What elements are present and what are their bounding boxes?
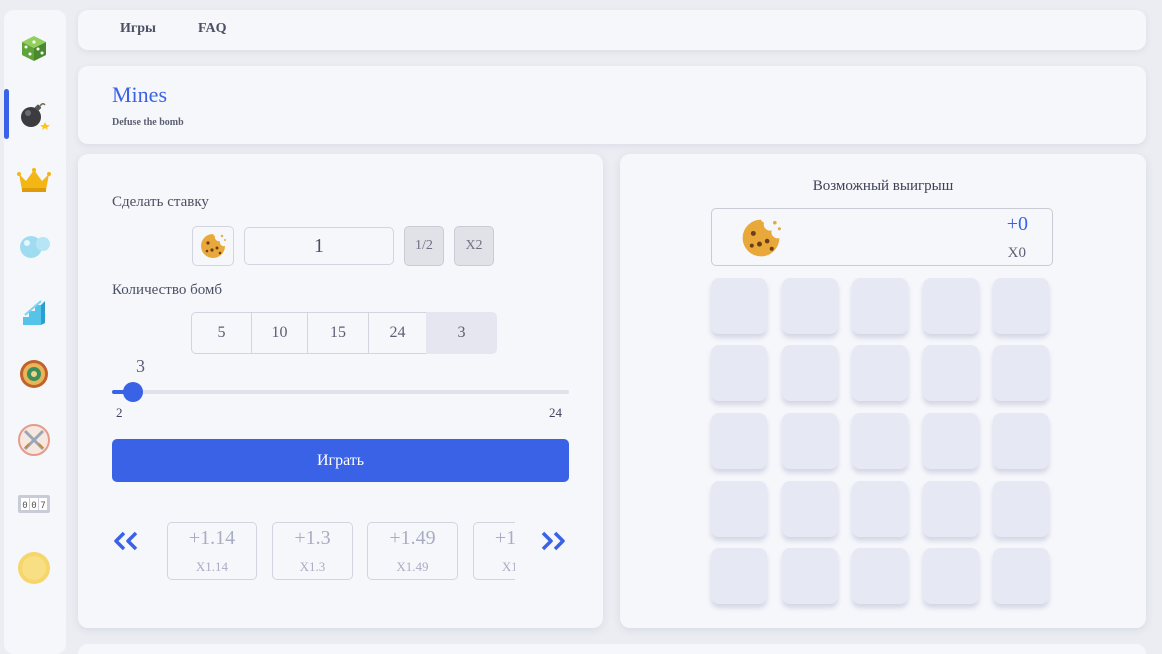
mine-tile[interactable] xyxy=(782,278,838,334)
mine-tile[interactable] xyxy=(993,278,1049,334)
crown-icon xyxy=(17,168,51,192)
mine-tile[interactable] xyxy=(782,481,838,537)
mine-tile[interactable] xyxy=(782,548,838,604)
possible-win-label: Возможный выигрыш xyxy=(812,178,954,194)
bombs-option-24[interactable]: 24 xyxy=(368,312,427,354)
bet-label: Сделать ставку xyxy=(112,194,209,210)
sidebar: 0 0 7 xyxy=(4,10,66,654)
step-amount: +1.71 xyxy=(494,527,515,549)
mine-tile[interactable] xyxy=(993,345,1049,401)
sidebar-item-dice[interactable] xyxy=(16,30,52,66)
svg-text:0: 0 xyxy=(22,501,27,511)
mine-tile[interactable] xyxy=(782,413,838,469)
step-amount: +1.14 xyxy=(188,527,236,549)
bubble-icon xyxy=(20,236,50,258)
mine-tile[interactable] xyxy=(782,345,838,401)
mine-tile[interactable] xyxy=(993,481,1049,537)
mine-tile[interactable] xyxy=(852,278,908,334)
mine-tile[interactable] xyxy=(711,481,767,537)
mine-tile[interactable] xyxy=(923,278,979,334)
step-multiplier: X1.49 xyxy=(396,559,429,574)
game-header: Mines Defuse the bomb xyxy=(78,66,1146,144)
bottom-bar xyxy=(78,644,1146,654)
bombs-option-10[interactable]: 10 xyxy=(251,312,308,354)
slot-counter-icon: 0 0 7 xyxy=(18,495,50,513)
sidebar-item-mines[interactable] xyxy=(16,96,52,132)
double-chevron-left-icon xyxy=(114,531,138,551)
page-subtitle: Defuse the bomb xyxy=(112,117,184,128)
coin-icon xyxy=(18,552,50,584)
step-card: +1.3 X1.3 xyxy=(272,522,353,580)
svg-text:7: 7 xyxy=(40,501,45,511)
slider-value: 3 xyxy=(136,356,145,376)
win-amount: +0 xyxy=(1006,213,1028,235)
mine-tile[interactable] xyxy=(923,481,979,537)
top-navigation: Игры FAQ xyxy=(78,10,1146,50)
bomb-icon xyxy=(21,102,50,130)
step-amount: +1.49 xyxy=(389,527,436,549)
double-chevron-right-icon xyxy=(541,531,565,551)
multiplier-steps: +1.14 X1.14 +1.3 X1.3 +1.49 X1.49 +1.71 … xyxy=(167,522,515,582)
step-card: +1.49 X1.49 xyxy=(367,522,458,580)
sidebar-item-bubble[interactable] xyxy=(16,228,52,264)
sidebar-item-slots[interactable]: 0 0 7 xyxy=(16,486,52,522)
win-multiplier: X0 xyxy=(1007,245,1026,261)
bombs-label: Количество бомб xyxy=(112,282,223,298)
page-title: Mines xyxy=(112,82,167,107)
mine-tile[interactable] xyxy=(993,548,1049,604)
active-indicator xyxy=(4,89,9,139)
bombs-slider-thumb[interactable] xyxy=(122,382,143,402)
sidebar-item-stairs[interactable] xyxy=(16,294,52,330)
mine-tile[interactable] xyxy=(711,278,767,334)
step-multiplier: X1.3 xyxy=(299,559,326,574)
step-multiplier: X1.71 xyxy=(501,559,515,574)
mine-tile[interactable] xyxy=(923,413,979,469)
game-board-panel: Возможный выигрыш +0 X0 xyxy=(620,154,1146,628)
mine-tile[interactable] xyxy=(711,413,767,469)
cookie-icon xyxy=(201,234,226,258)
sidebar-item-roulette[interactable] xyxy=(16,356,52,392)
stairs-icon xyxy=(23,300,45,325)
sidebar-item-coin[interactable] xyxy=(16,550,52,586)
step-card: +1.14 X1.14 xyxy=(167,522,257,580)
step-multiplier: X1.14 xyxy=(195,559,229,574)
slider-max-label: 24 xyxy=(549,405,562,420)
crossed-swords-icon xyxy=(18,424,50,456)
sidebar-item-swords[interactable] xyxy=(16,422,52,458)
step-amount: +1.3 xyxy=(294,527,331,549)
mine-tile[interactable] xyxy=(852,345,908,401)
mine-tile[interactable] xyxy=(923,345,979,401)
bombs-slider-track[interactable] xyxy=(112,390,569,394)
cookie-icon xyxy=(742,219,781,257)
dice-icon xyxy=(22,36,46,61)
bombs-custom-value[interactable]: 3 xyxy=(426,312,497,354)
half-bet-button[interactable]: 1/2 xyxy=(404,226,444,266)
step-card: +1.71 X1.71 xyxy=(473,522,515,580)
mine-tile[interactable] xyxy=(711,548,767,604)
mine-tile[interactable] xyxy=(852,548,908,604)
mine-tile[interactable] xyxy=(852,481,908,537)
svg-text:0: 0 xyxy=(31,501,36,511)
slider-min-label: 2 xyxy=(116,405,123,420)
double-bet-button[interactable]: X2 xyxy=(454,226,494,266)
mine-tile[interactable] xyxy=(852,413,908,469)
play-button[interactable]: Играть xyxy=(112,439,569,482)
mine-tile[interactable] xyxy=(711,345,767,401)
roulette-icon xyxy=(20,360,48,388)
nav-faq-link[interactable]: FAQ xyxy=(198,21,227,37)
mine-tile[interactable] xyxy=(993,413,1049,469)
bombs-option-15[interactable]: 15 xyxy=(307,312,369,354)
nav-games-link[interactable]: Игры xyxy=(120,21,156,37)
bet-panel: Сделать ставку 1/2 X2 Количество бомб 5 … xyxy=(78,154,603,628)
possible-win-box: +0 X0 xyxy=(711,208,1053,266)
currency-button[interactable] xyxy=(192,226,234,266)
bombs-selector: 5 10 15 24 3 xyxy=(191,312,497,354)
sidebar-item-crown[interactable] xyxy=(16,162,52,198)
steps-prev-button[interactable] xyxy=(109,524,143,558)
bet-amount-input[interactable] xyxy=(244,227,394,265)
mine-tile[interactable] xyxy=(923,548,979,604)
steps-next-button[interactable] xyxy=(536,524,570,558)
bombs-option-5[interactable]: 5 xyxy=(191,312,252,354)
